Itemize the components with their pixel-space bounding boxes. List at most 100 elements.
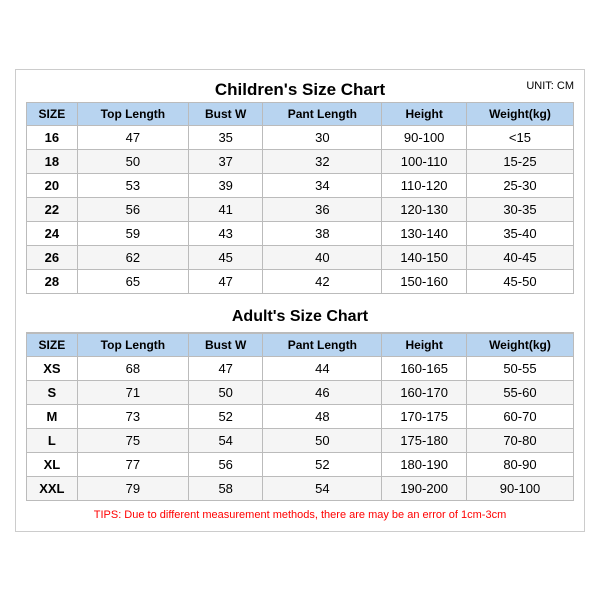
table-row: 24594338130-14035-40 (27, 221, 574, 245)
table-cell: 42 (263, 269, 382, 293)
table-cell: 50 (263, 428, 382, 452)
table-cell: 110-120 (382, 173, 467, 197)
table-cell: 56 (77, 197, 188, 221)
table-cell: 190-200 (382, 476, 467, 500)
table-row: XL775652180-19080-90 (27, 452, 574, 476)
table-cell: 32 (263, 149, 382, 173)
table-cell: 62 (77, 245, 188, 269)
table-cell: 47 (77, 125, 188, 149)
table-cell: 38 (263, 221, 382, 245)
children-section-title: Children's Size Chart UNIT: CM (26, 80, 574, 100)
table-cell: 54 (263, 476, 382, 500)
table-cell: 58 (189, 476, 263, 500)
table-header-cell: Height (382, 102, 467, 125)
table-cell: 47 (189, 356, 263, 380)
table-cell: 34 (263, 173, 382, 197)
table-cell: 160-165 (382, 356, 467, 380)
table-cell: 30 (263, 125, 382, 149)
adult-table-header-row: SIZETop LengthBust WPant LengthHeightWei… (27, 333, 574, 356)
table-cell: 170-175 (382, 404, 467, 428)
table-cell: 90-100 (382, 125, 467, 149)
table-cell: 60-70 (466, 404, 573, 428)
table-cell: 45-50 (466, 269, 573, 293)
table-cell: 79 (77, 476, 188, 500)
table-cell: 45 (189, 245, 263, 269)
table-row: 18503732100-11015-25 (27, 149, 574, 173)
table-cell: 52 (189, 404, 263, 428)
table-header-cell: Height (382, 333, 467, 356)
children-title-text: Children's Size Chart (215, 80, 385, 99)
table-cell: 53 (77, 173, 188, 197)
table-cell: L (27, 428, 78, 452)
table-row: 22564136120-13030-35 (27, 197, 574, 221)
table-cell: XL (27, 452, 78, 476)
table-cell: 36 (263, 197, 382, 221)
table-cell: 73 (77, 404, 188, 428)
table-cell: 130-140 (382, 221, 467, 245)
table-cell: 28 (27, 269, 78, 293)
table-cell: 120-130 (382, 197, 467, 221)
table-cell: 20 (27, 173, 78, 197)
table-cell: 30-35 (466, 197, 573, 221)
adult-section-title: Adult's Size Chart (26, 302, 574, 333)
size-chart-container: Children's Size Chart UNIT: CM SIZETop L… (15, 69, 585, 532)
table-cell: 43 (189, 221, 263, 245)
adult-size-table: SIZETop LengthBust WPant LengthHeightWei… (26, 333, 574, 501)
table-cell: 90-100 (466, 476, 573, 500)
table-cell: 50 (77, 149, 188, 173)
table-row: 1647353090-100<15 (27, 125, 574, 149)
table-row: L755450175-18070-80 (27, 428, 574, 452)
table-row: XS684744160-16550-55 (27, 356, 574, 380)
table-cell: 70-80 (466, 428, 573, 452)
table-cell: 100-110 (382, 149, 467, 173)
table-cell: 54 (189, 428, 263, 452)
table-cell: 77 (77, 452, 188, 476)
table-header-cell: Weight(kg) (466, 333, 573, 356)
table-header-cell: Pant Length (263, 333, 382, 356)
table-cell: XXL (27, 476, 78, 500)
table-header-cell: Bust W (189, 102, 263, 125)
table-cell: 175-180 (382, 428, 467, 452)
table-row: 20533934110-12025-30 (27, 173, 574, 197)
table-cell: 26 (27, 245, 78, 269)
table-cell: 39 (189, 173, 263, 197)
table-cell: 47 (189, 269, 263, 293)
table-cell: 65 (77, 269, 188, 293)
table-cell: XS (27, 356, 78, 380)
table-header-cell: Top Length (77, 333, 188, 356)
table-cell: 44 (263, 356, 382, 380)
table-cell: 50-55 (466, 356, 573, 380)
table-cell: 41 (189, 197, 263, 221)
table-cell: S (27, 380, 78, 404)
table-cell: 16 (27, 125, 78, 149)
table-cell: 46 (263, 380, 382, 404)
table-cell: 59 (77, 221, 188, 245)
table-cell: 55-60 (466, 380, 573, 404)
table-row: 28654742150-16045-50 (27, 269, 574, 293)
table-cell: 160-170 (382, 380, 467, 404)
table-cell: 35 (189, 125, 263, 149)
table-cell: M (27, 404, 78, 428)
children-table-header-row: SIZETop LengthBust WPant LengthHeightWei… (27, 102, 574, 125)
table-cell: 25-30 (466, 173, 573, 197)
adult-title-text: Adult's Size Chart (232, 308, 368, 325)
table-cell: 140-150 (382, 245, 467, 269)
table-cell: 56 (189, 452, 263, 476)
unit-label: UNIT: CM (526, 80, 574, 92)
table-cell: 40 (263, 245, 382, 269)
table-cell: 37 (189, 149, 263, 173)
table-cell: 52 (263, 452, 382, 476)
table-row: 26624540140-15040-45 (27, 245, 574, 269)
table-row: XXL795854190-20090-100 (27, 476, 574, 500)
children-size-table: SIZETop LengthBust WPant LengthHeightWei… (26, 102, 574, 294)
table-header-cell: Pant Length (263, 102, 382, 125)
table-cell: 35-40 (466, 221, 573, 245)
table-cell: 150-160 (382, 269, 467, 293)
table-cell: 22 (27, 197, 78, 221)
table-cell: <15 (466, 125, 573, 149)
table-cell: 48 (263, 404, 382, 428)
table-header-cell: SIZE (27, 333, 78, 356)
table-cell: 18 (27, 149, 78, 173)
table-header-cell: SIZE (27, 102, 78, 125)
table-cell: 15-25 (466, 149, 573, 173)
